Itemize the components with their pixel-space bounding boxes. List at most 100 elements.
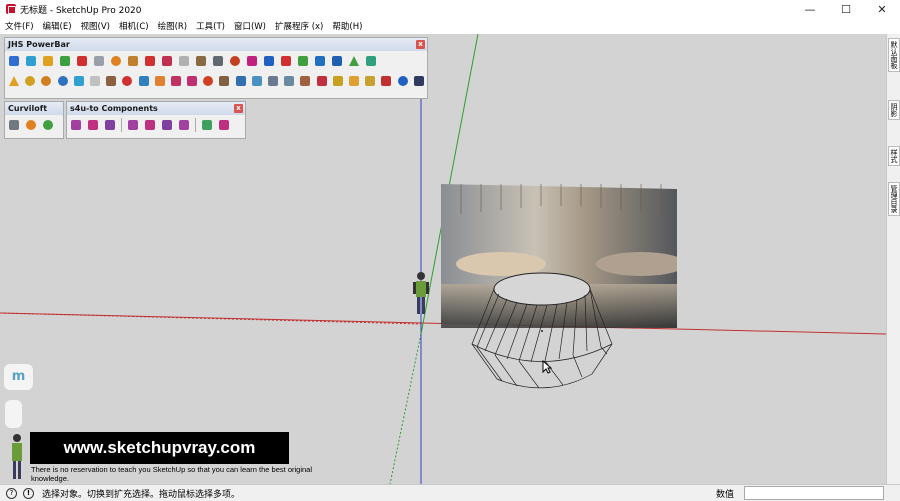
move-arrows-icon[interactable] xyxy=(71,73,86,89)
wireframe-cylinder[interactable] xyxy=(467,269,617,394)
title-bar: 无标题 - SketchUp Pro 2020 — ☐ ✕ xyxy=(0,0,900,18)
component-tool-icon[interactable] xyxy=(102,117,118,133)
layers-icon[interactable] xyxy=(265,73,280,89)
gray-cube-icon[interactable] xyxy=(87,73,102,89)
component-tool-icon[interactable] xyxy=(199,117,215,133)
pattern-icon[interactable] xyxy=(216,73,231,89)
flag-tool-icon[interactable] xyxy=(176,53,192,69)
scroll-handle[interactable] xyxy=(5,400,22,428)
menu-edit[interactable]: 编辑(E) xyxy=(43,20,72,32)
dotted-curve-icon[interactable] xyxy=(261,53,277,69)
grid-red-icon[interactable] xyxy=(314,73,329,89)
mobile-assistant-button[interactable]: m xyxy=(4,364,33,390)
help-icon[interactable]: ? xyxy=(6,487,17,499)
sketchup-logo-icon xyxy=(6,4,16,14)
menu-camera[interactable]: 相机(C) xyxy=(119,20,149,32)
model-viewport[interactable]: JHS PowerBar x Curviloft s4u-to Componen… xyxy=(0,34,886,484)
jhs-powerbar-toolbar[interactable]: JHS PowerBar x xyxy=(4,37,428,99)
red-box-icon[interactable] xyxy=(74,53,90,69)
status-text: 选择对象。切换到扩充选择。拖动鼠标选择多项。 xyxy=(42,489,241,500)
watermark-subtitle: There is no reservation to teach you Ske… xyxy=(31,465,312,483)
wood-block-icon[interactable] xyxy=(193,53,209,69)
dotted-line-icon[interactable] xyxy=(244,53,260,69)
component-tool-icon[interactable] xyxy=(142,117,158,133)
rotate-icon[interactable] xyxy=(22,73,37,89)
stairs-icon[interactable] xyxy=(233,73,248,89)
close-toolbar-icon[interactable]: x xyxy=(234,104,243,113)
component-tool-icon[interactable] xyxy=(85,117,101,133)
curve-tool-icon[interactable] xyxy=(227,53,243,69)
blue-stairs-icon[interactable] xyxy=(249,73,264,89)
cylinder-icon[interactable] xyxy=(103,73,118,89)
extrude-icon[interactable] xyxy=(136,73,151,89)
close-toolbar-icon[interactable]: x xyxy=(416,40,425,49)
grid-dots-icon[interactable] xyxy=(329,53,345,69)
close-icon[interactable]: ✕ xyxy=(864,0,900,18)
loft-icon[interactable] xyxy=(6,117,22,133)
target-icon[interactable] xyxy=(200,73,215,89)
link-tool-icon[interactable] xyxy=(210,53,226,69)
s4u-components-toolbar[interactable]: s4u-to Components x xyxy=(66,101,246,139)
tray-tab-styles[interactable]: 样式 xyxy=(888,146,900,166)
component-tool-icon[interactable] xyxy=(125,117,141,133)
scatter-icon[interactable] xyxy=(378,73,393,89)
menu-file[interactable]: 文件(F) xyxy=(5,20,34,32)
s4u-title: s4u-to Components xyxy=(70,104,158,113)
menu-extensions[interactable]: 扩展程序 (x) xyxy=(275,20,323,32)
boxes-icon[interactable] xyxy=(281,73,296,89)
tree-icon[interactable] xyxy=(346,53,362,69)
face-tool-icon[interactable] xyxy=(40,53,56,69)
menu-draw[interactable]: 绘图(R) xyxy=(158,20,188,32)
red-cross-icon[interactable] xyxy=(278,53,294,69)
toolbar-row xyxy=(5,71,427,91)
green-puzzle-icon[interactable] xyxy=(295,53,311,69)
curviloft-title: Curviloft xyxy=(8,104,48,113)
red-square-icon[interactable] xyxy=(142,53,158,69)
flask-icon[interactable] xyxy=(363,53,379,69)
toolbar-row xyxy=(5,51,427,71)
undo-icon[interactable] xyxy=(119,73,134,89)
yellow-tile-icon[interactable] xyxy=(346,73,361,89)
yellow-grid-icon[interactable] xyxy=(330,73,345,89)
node-icon[interactable] xyxy=(411,73,426,89)
window-controls: — ☐ ✕ xyxy=(792,0,900,18)
skin-contour-icon[interactable] xyxy=(40,117,56,133)
yellow-square-icon[interactable] xyxy=(362,73,377,89)
circle-dash-icon[interactable] xyxy=(395,73,410,89)
refresh-icon[interactable] xyxy=(55,73,70,89)
brick-icon[interactable] xyxy=(297,73,312,89)
menu-view[interactable]: 视图(V) xyxy=(81,20,110,32)
maximize-icon[interactable]: ☐ xyxy=(828,0,864,18)
skin-icon[interactable] xyxy=(23,117,39,133)
offset-icon[interactable] xyxy=(57,53,73,69)
component-tool-icon[interactable] xyxy=(159,117,175,133)
menu-tools[interactable]: 工具(T) xyxy=(196,20,225,32)
pink-tool-icon[interactable] xyxy=(184,73,199,89)
warning-icon[interactable] xyxy=(6,73,21,89)
component-tool-icon[interactable] xyxy=(68,117,84,133)
red-blue-icon[interactable] xyxy=(168,73,183,89)
tray-tab-shadows[interactable]: 阴影 xyxy=(888,100,900,120)
tray-tab-components[interactable]: 管理目录 xyxy=(888,182,900,216)
frame-tool-icon[interactable] xyxy=(159,53,175,69)
blue-puzzle-icon[interactable] xyxy=(312,53,328,69)
measurements-input[interactable] xyxy=(744,486,884,500)
gray-box-icon[interactable] xyxy=(91,53,107,69)
menu-help[interactable]: 帮助(H) xyxy=(332,20,362,32)
wood-tool-icon[interactable] xyxy=(125,53,141,69)
powerbar-title: JHS PowerBar xyxy=(8,40,70,49)
spiral-icon[interactable] xyxy=(38,73,53,89)
curviloft-toolbar[interactable]: Curviloft xyxy=(4,101,64,139)
orange-cube-icon[interactable] xyxy=(152,73,167,89)
orange-ball-icon[interactable] xyxy=(108,53,124,69)
component-tool-icon[interactable] xyxy=(176,117,192,133)
menu-window[interactable]: 窗口(W) xyxy=(234,20,266,32)
component-tool-icon[interactable] xyxy=(216,117,232,133)
box-tool-icon[interactable] xyxy=(6,53,22,69)
separator xyxy=(195,118,196,132)
info-icon[interactable]: ! xyxy=(23,487,34,499)
tray-tab-default[interactable]: 默认面板 xyxy=(888,38,900,72)
minimize-icon[interactable]: — xyxy=(792,0,828,18)
plane-tool-icon[interactable] xyxy=(23,53,39,69)
menu-bar: 文件(F) 编辑(E) 视图(V) 相机(C) 绘图(R) 工具(T) 窗口(W… xyxy=(0,18,900,34)
